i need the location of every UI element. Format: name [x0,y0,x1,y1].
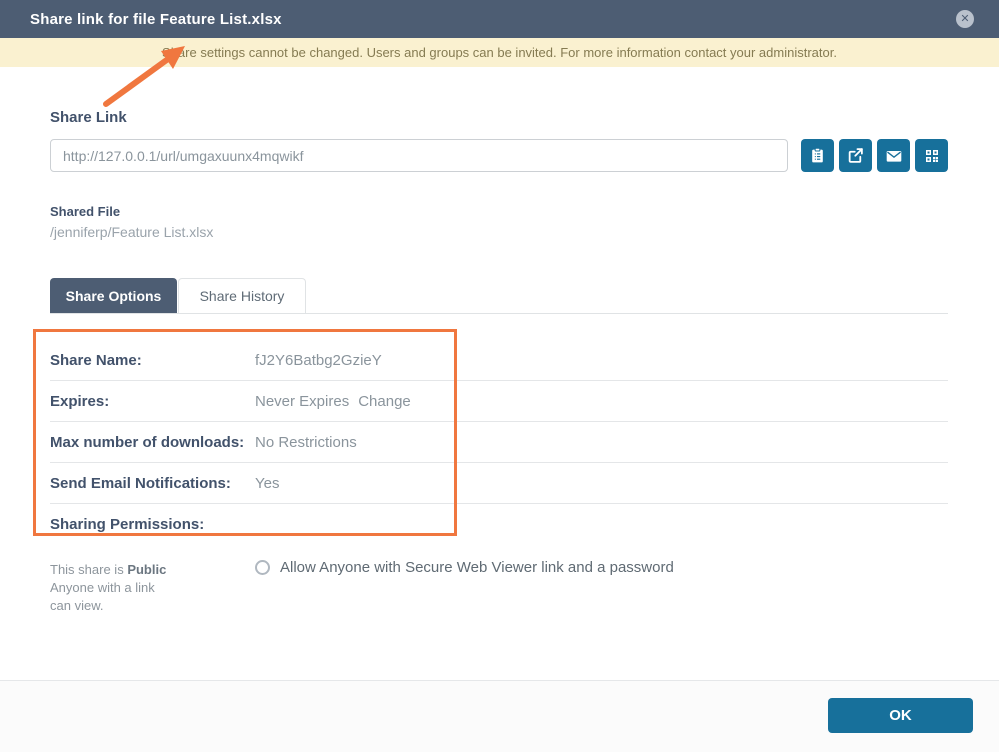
note-text: can view. [50,598,103,613]
radio-button-icon[interactable] [255,560,270,575]
row-label: Max number of downloads: [50,434,255,451]
dialog-header: Share link for file Feature List.xlsx ✕ [0,0,999,38]
tab-share-options[interactable]: Share Options [50,278,177,313]
row-label: Sharing Permissions: [50,516,255,533]
table-row-expires: Expires: Never Expires Change [50,381,948,422]
share-link-row [50,139,948,172]
share-link-dialog: Share link for file Feature List.xlsx ✕ … [0,0,999,752]
row-value: No Restrictions [255,434,357,451]
clipboard-icon [809,147,826,164]
tab-share-history[interactable]: Share History [178,278,306,313]
email-link-button[interactable] [877,139,910,172]
shared-file-block: Shared File /jenniferp/Feature List.xlsx [50,204,948,240]
qr-code-icon [924,148,940,164]
qr-code-button[interactable] [915,139,948,172]
dialog-footer: OK [0,680,999,752]
table-row-sharing-permissions: Sharing Permissions: [50,504,948,545]
share-visibility-note: This share is Public Anyone with a link … [50,559,255,615]
notice-banner-text: Share settings cannot be changed. Users … [162,45,837,60]
note-text: Anyone with a link [50,580,155,595]
row-value: Never Expires [255,393,349,410]
external-link-icon [847,147,864,164]
table-row-share-name: Share Name: fJ2Y6Batbg2GzieY [50,340,948,381]
close-icon[interactable]: ✕ [956,10,974,28]
shared-file-path: /jenniferp/Feature List.xlsx [50,224,948,240]
change-expiry-link[interactable]: Change [358,393,411,410]
table-row-max-downloads: Max number of downloads: No Restrictions [50,422,948,463]
permissions-section: This share is Public Anyone with a link … [50,559,948,615]
share-link-heading: Share Link [50,109,948,126]
radio-option-label: Allow Anyone with Secure Web Viewer link… [280,559,674,576]
shared-file-heading: Shared File [50,204,948,219]
table-row-email-notifications: Send Email Notifications: Yes [50,463,948,504]
tab-bar: Share Options Share History [50,278,948,314]
open-link-button[interactable] [839,139,872,172]
row-label: Share Name: [50,352,255,369]
row-label: Expires: [50,393,255,410]
share-url-input[interactable] [50,139,788,172]
dialog-title: Share link for file Feature List.xlsx [30,11,282,28]
secure-viewer-radio-option[interactable]: Allow Anyone with Secure Web Viewer link… [255,559,674,576]
ok-button[interactable]: OK [828,698,973,733]
copy-link-button[interactable] [801,139,834,172]
envelope-icon [885,147,903,165]
row-value: Yes [255,475,279,492]
share-options-table: Share Name: fJ2Y6Batbg2GzieY Expires: Ne… [50,340,948,545]
note-text: This share is [50,562,127,577]
row-value: fJ2Y6Batbg2GzieY [255,352,382,369]
notice-banner: Share settings cannot be changed. Users … [0,38,999,67]
dialog-body: Share Link [0,109,999,615]
note-public-label: Public [127,562,166,577]
row-label: Send Email Notifications: [50,475,255,492]
